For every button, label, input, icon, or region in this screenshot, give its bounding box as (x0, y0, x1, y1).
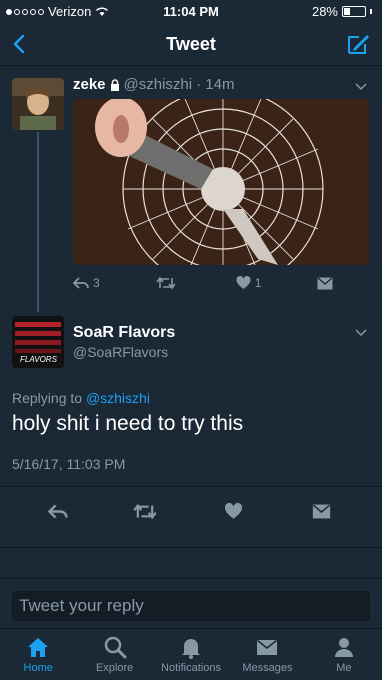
envelope-icon[interactable] (312, 504, 331, 519)
tweet-date: 5/16/17, 11:03 PM (12, 456, 126, 472)
reply-input[interactable] (12, 591, 370, 621)
battery-percent: 28% (311, 4, 338, 19)
parent-tweet[interactable]: zeke @szhiszhi · 14m 3 1 (0, 66, 382, 312)
tweet-header: zeke @szhiszhi · 14m (73, 76, 234, 93)
avatar[interactable] (12, 78, 64, 130)
status-bar: Verizon 11:04 PM 28% (0, 0, 382, 22)
display-name[interactable]: zeke (73, 76, 106, 93)
tab-label: Explore (95, 662, 134, 674)
tab-label: Notifications (161, 662, 221, 674)
battery-status: 28% (312, 4, 372, 19)
envelope-icon (317, 277, 333, 289)
bell-icon (182, 639, 201, 659)
tweet-actions: 3 1 (73, 276, 333, 290)
tab-notifications[interactable]: Notifications (153, 629, 229, 680)
retweet-button[interactable] (156, 276, 180, 290)
heart-icon (236, 276, 251, 289)
search-icon (104, 636, 127, 659)
focused-tweet: FLAVORS SoaR Flavors @SoaRFlavors Replyi… (0, 312, 382, 548)
like-count: 1 (254, 276, 262, 290)
direct-message-button[interactable] (317, 277, 333, 290)
reply-composer (0, 578, 382, 628)
tab-home[interactable]: Home (0, 629, 76, 680)
retweet-icon[interactable] (133, 503, 157, 520)
tab-label: Messages (242, 662, 293, 674)
tab-label: Home (23, 662, 53, 674)
home-icon (28, 638, 49, 657)
chevron-down-icon[interactable] (354, 80, 368, 94)
avatar-label: FLAVORS (20, 355, 57, 364)
handle: @szhiszhi (123, 76, 193, 93)
replying-handle-link[interactable]: @szhiszhi (86, 390, 150, 406)
avatar[interactable]: FLAVORS (12, 316, 64, 368)
person-icon (334, 638, 353, 657)
lock-icon (110, 78, 119, 91)
reply-count: 3 (93, 276, 100, 290)
battery-icon (342, 6, 366, 17)
retweet-icon (156, 276, 176, 290)
handle: @SoaRFlavors (73, 344, 169, 360)
tab-explore[interactable]: Explore (76, 629, 152, 680)
thread-line (37, 132, 39, 312)
page-title: Tweet (166, 34, 216, 54)
envelope-icon (257, 639, 278, 655)
reply-icon (73, 277, 89, 289)
tab-label: Me (336, 662, 352, 674)
compose-icon[interactable] (346, 31, 372, 57)
tweet-detail-feed: zeke @szhiszhi · 14m 3 1 FLAVORS SoaR Fl… (0, 66, 382, 578)
timestamp: · 14m (196, 76, 235, 93)
nav-bar: Tweet (0, 22, 382, 66)
replying-to: Replying to @szhiszhi (12, 390, 150, 406)
reply-button[interactable]: 3 (73, 276, 100, 290)
tweet-text: holy shit i need to try this (12, 412, 244, 435)
replying-prefix: Replying to (12, 390, 83, 406)
reply-icon[interactable] (48, 503, 68, 520)
tweet-image[interactable] (73, 99, 369, 265)
tab-me[interactable]: Me (306, 629, 382, 680)
tab-messages[interactable]: Messages (229, 629, 305, 680)
tweet-actions (0, 486, 382, 536)
like-button[interactable]: 1 (236, 276, 262, 290)
chevron-down-icon[interactable] (354, 326, 368, 340)
tab-bar: Home Explore Notifications Messages Me (0, 628, 382, 680)
display-name[interactable]: SoaR Flavors (73, 324, 175, 342)
heart-icon[interactable] (224, 503, 243, 520)
